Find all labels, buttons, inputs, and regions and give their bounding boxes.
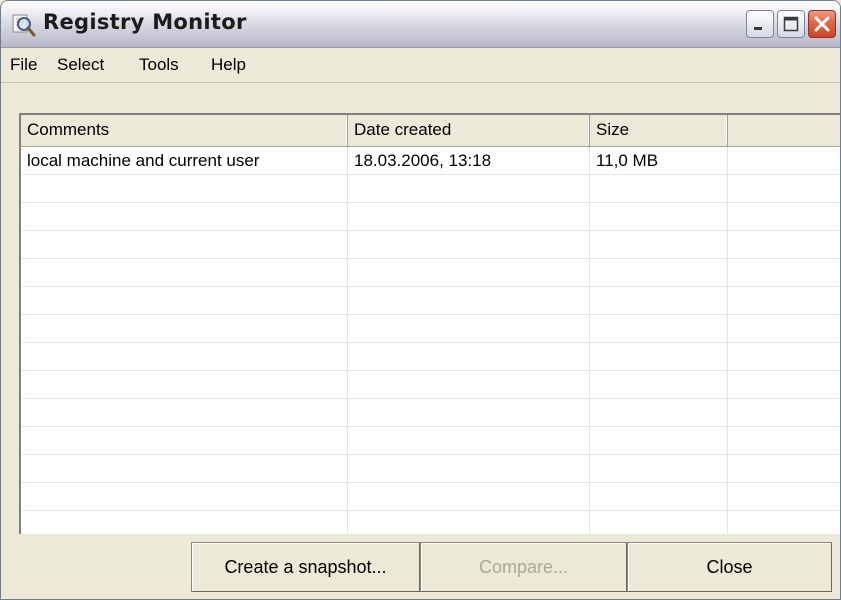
magnifier-icon (10, 11, 36, 37)
cell-date-created: 18.03.2006, 13:18 (348, 147, 590, 174)
menu-tools[interactable]: Tools (139, 55, 179, 75)
empty-row (21, 371, 840, 399)
minimize-icon (754, 27, 762, 30)
table-row[interactable]: local machine and current user 18.03.200… (21, 147, 840, 175)
close-icon (814, 16, 830, 32)
column-header-size[interactable]: Size (590, 115, 728, 146)
close-window-button[interactable] (808, 10, 836, 38)
empty-row (21, 455, 840, 483)
minimize-button[interactable] (746, 10, 774, 38)
snapshot-list[interactable]: Comments Date created Size local machine… (19, 113, 840, 534)
empty-row (21, 175, 840, 203)
empty-row (21, 483, 840, 511)
empty-row (21, 343, 840, 371)
column-header-date-created[interactable]: Date created (348, 115, 590, 146)
cell-size: 11,0 MB (590, 147, 728, 174)
empty-row (21, 287, 840, 315)
title-bar[interactable]: Registry Monitor (1, 1, 840, 48)
maximize-button[interactable] (777, 10, 805, 38)
menu-file[interactable]: File (10, 55, 37, 75)
window-title: Registry Monitor (43, 10, 247, 34)
column-header-comments[interactable]: Comments (21, 115, 348, 146)
list-rows: local machine and current user 18.03.200… (21, 147, 840, 534)
empty-row (21, 315, 840, 343)
empty-row (21, 511, 840, 534)
close-button[interactable]: Close (627, 542, 832, 592)
cell-comments: local machine and current user (21, 147, 348, 174)
cell-extra (728, 147, 840, 174)
empty-row (21, 259, 840, 287)
column-header-empty[interactable] (728, 115, 840, 146)
menu-select[interactable]: Select (57, 55, 104, 75)
list-header: Comments Date created Size (21, 115, 840, 147)
compare-button[interactable]: Compare... (420, 542, 627, 592)
create-snapshot-button[interactable]: Create a snapshot... (191, 542, 420, 592)
empty-row (21, 427, 840, 455)
menu-help[interactable]: Help (211, 55, 246, 75)
button-bar: Create a snapshot... Compare... Close (1, 534, 840, 599)
maximize-icon (783, 16, 799, 32)
registry-monitor-window: Registry Monitor File Select Tools Help … (0, 0, 841, 600)
empty-row (21, 399, 840, 427)
menu-bar: File Select Tools Help (1, 48, 840, 83)
empty-row (21, 231, 840, 259)
empty-row (21, 203, 840, 231)
